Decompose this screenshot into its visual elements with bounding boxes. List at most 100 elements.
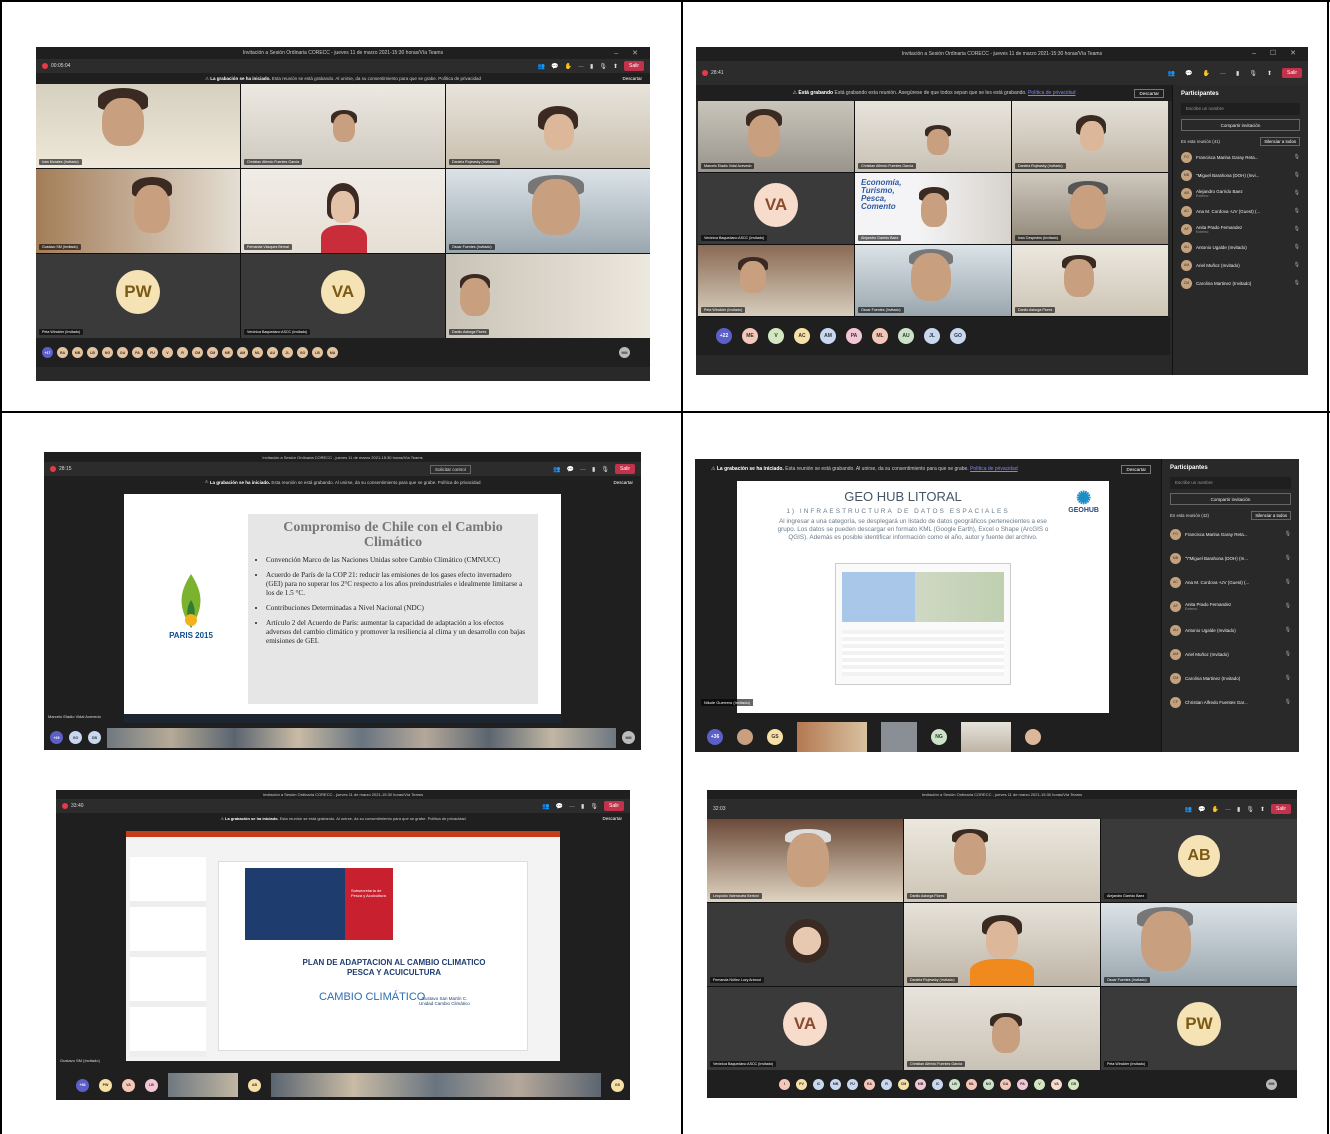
participant-avatar[interactable]: JL	[924, 328, 940, 344]
participant-avatar[interactable]: IC	[932, 1078, 943, 1090]
camera-icon[interactable]: ▮	[592, 466, 595, 473]
participant-avatar[interactable]: MA	[327, 347, 338, 358]
video-tile[interactable]: Oscar Fuentes (Invitado)	[1101, 903, 1297, 986]
mute-all-button[interactable]: Silenciar a todos	[1251, 511, 1291, 520]
mic-icon[interactable]: 🎙	[599, 63, 607, 70]
participant-avatar[interactable]: CM	[192, 347, 203, 358]
video-tile[interactable]: PW Peta Winckler (Invitado)	[36, 254, 240, 338]
video-tile[interactable]: Danilo Astorga Flores	[904, 819, 1100, 902]
reactions-icon[interactable]: ✋	[565, 63, 572, 70]
participant-avatar[interactable]: NG	[102, 347, 113, 358]
participant-row[interactable]: AM Ariel Muñoz (Invitado) 🎙	[1162, 642, 1299, 666]
participant-avatar[interactable]: OA	[117, 347, 128, 358]
participant-avatar[interactable]: ME	[742, 328, 758, 344]
participant-row[interactable]: AB Alejandro Garrido Baez Externo 🎙	[1173, 184, 1308, 202]
chat-icon[interactable]: 💬	[556, 803, 563, 810]
participant-avatar[interactable]: MB	[915, 1078, 926, 1090]
leave-button[interactable]: Salir	[623, 61, 644, 71]
camera-icon[interactable]: ▮	[1237, 806, 1240, 813]
participant-avatar[interactable]: ML	[872, 328, 888, 344]
participant-search-input[interactable]: Escribe un nombre	[1181, 103, 1300, 115]
participant-avatar[interactable]: +36	[76, 1078, 89, 1092]
participant-avatar[interactable]: GO	[69, 731, 82, 744]
reactions-icon[interactable]: ✋	[1212, 806, 1219, 813]
participant-avatar[interactable]: CM	[207, 347, 218, 358]
participant-row[interactable]: AC Ana M. Cordova -UV (Guest) (... 🎙	[1173, 202, 1308, 220]
participants-icon[interactable]: 👥	[1185, 806, 1192, 813]
participant-row[interactable]: AF Anita Prado Fernandez Externo 🎙	[1173, 220, 1308, 238]
leave-button[interactable]: Salir	[603, 801, 624, 811]
chat-icon[interactable]: 💬	[551, 63, 558, 70]
participant-avatar[interactable]: EA	[864, 1078, 875, 1090]
participant-avatar[interactable]: LB	[87, 347, 98, 358]
participant-avatar[interactable]: ME	[222, 347, 233, 358]
video-tile[interactable]: Danilo Astorga Flores	[446, 254, 650, 338]
participant-avatar[interactable]: GO	[297, 347, 308, 358]
participant-avatar[interactable]: MB	[830, 1078, 841, 1090]
video-tile[interactable]: Leopoldo Valenzuela Bertoni	[707, 819, 903, 902]
mic-icon[interactable]: 🎙	[1249, 70, 1257, 77]
participant-avatar[interactable]: MB	[72, 347, 83, 358]
video-tile[interactable]: PW Peta Winckler (Invitado)	[1101, 987, 1297, 1070]
video-tile[interactable]: Oscar Fuentes (Invitado)	[855, 245, 1011, 316]
video-tile[interactable]: Daniela Rojewsky (Invitado)	[446, 84, 650, 168]
leave-button[interactable]: Salir	[614, 464, 635, 474]
chat-icon[interactable]: 💬	[1185, 70, 1192, 77]
participant-row[interactable]: CM Carolina Martinez (Invitado) 🎙	[1162, 666, 1299, 690]
more-options-icon[interactable]: …	[580, 466, 586, 472]
participant-avatar[interactable]: R	[177, 347, 188, 358]
reactions-icon[interactable]: ✋	[1203, 70, 1210, 77]
video-tile[interactable]: AB Alejandro Garrido Baez	[1101, 819, 1297, 902]
video-tile[interactable]: Danilo Astorga Flores	[1012, 245, 1168, 316]
video-tile[interactable]: VA Verónica Baquedano ASCC (Invitado)	[241, 254, 445, 338]
more-options-icon[interactable]: …	[578, 63, 584, 69]
privacy-link[interactable]: Política de privacidad	[970, 466, 1018, 472]
video-tile[interactable]: Marcelo Eladio Vidal Acevedo	[698, 101, 854, 172]
self-avatar[interactable]: MM	[619, 347, 630, 358]
participant-avatar[interactable]: VA	[1051, 1078, 1062, 1090]
participant-avatar[interactable]: V	[162, 347, 173, 358]
participant-row[interactable]: FG Francisca Marina Garay Reta... 🎙	[1162, 522, 1299, 546]
more-options-icon[interactable]: …	[1225, 806, 1231, 812]
video-tile[interactable]: Ivan Cespedes (Invitado)	[1012, 173, 1168, 244]
more-options-icon[interactable]: …	[569, 803, 575, 809]
video-tile[interactable]: Fernanda Vásquez Bernal	[241, 169, 445, 253]
video-thumbnail[interactable]	[881, 721, 917, 752]
participant-avatar[interactable]: +36	[707, 728, 723, 745]
window-controls[interactable]: – ☐ ✕	[1252, 49, 1302, 57]
camera-icon[interactable]: ▮	[581, 803, 584, 810]
participant-avatar[interactable]: JL	[282, 347, 293, 358]
request-control-button[interactable]: Solicitar control	[430, 464, 471, 474]
participant-avatar[interactable]: LB	[312, 347, 323, 358]
video-tile[interactable]: Economía, Turismo, Pesca, Comento Alejandro …	[855, 173, 1011, 244]
participant-avatar[interactable]: LB	[145, 1078, 158, 1092]
participant-avatar[interactable]: DB	[88, 731, 101, 744]
participant-row[interactable]: CM Carolina Martinez (Invitado) 🎙	[1173, 274, 1308, 292]
participant-row[interactable]: AM Ariel Muñoz (Invitado) 🎙	[1173, 256, 1308, 274]
participant-avatar[interactable]: GS	[767, 728, 783, 745]
video-tile[interactable]: Peta Winckler (Invitado)	[698, 245, 854, 316]
mute-all-button[interactable]: Silenciar a todos	[1260, 137, 1300, 146]
participants-icon[interactable]: 👥	[538, 63, 545, 70]
participant-row[interactable]: MB "\"Miguel Barahona (DOH) (In... 🎙	[1162, 546, 1299, 570]
participant-avatar[interactable]: GS	[611, 1078, 624, 1092]
participant-avatar[interactable]: RA	[57, 347, 68, 358]
video-tile[interactable]: Iván Morales (Invitado)	[36, 84, 240, 168]
self-avatar[interactable]: MM	[1266, 1078, 1277, 1090]
participant-avatar[interactable]: PV	[796, 1078, 807, 1090]
video-thumbnail[interactable]	[1025, 728, 1041, 745]
participants-icon[interactable]: 👥	[553, 466, 560, 473]
participant-row[interactable]: AC Ana M. Cordova -UV (Guest) (... 🎙	[1162, 570, 1299, 594]
video-thumbnail[interactable]	[737, 728, 753, 745]
participant-avatar[interactable]: +29	[50, 731, 63, 744]
camera-icon[interactable]: ▮	[590, 63, 593, 70]
self-avatar[interactable]: MM	[622, 731, 635, 744]
participant-avatar[interactable]: FU	[147, 347, 158, 358]
participant-avatar[interactable]: AM	[237, 347, 248, 358]
participant-row[interactable]: CF Christian Alfredo Fuentes Gar... 🎙	[1162, 690, 1299, 714]
leave-button[interactable]: Salir	[1281, 68, 1302, 78]
participant-row[interactable]: MB "Miguel Barahona (DOH) (Invi... 🎙	[1173, 166, 1308, 184]
dismiss-button[interactable]: Descartar	[622, 76, 642, 81]
video-tile[interactable]: Daniela Rojewsky (Invitado)	[904, 903, 1100, 986]
camera-icon[interactable]: ▮	[1236, 70, 1239, 77]
